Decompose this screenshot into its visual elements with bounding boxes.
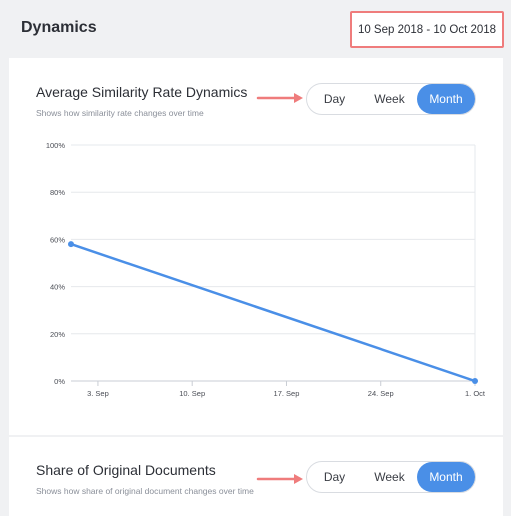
y-tick-label: 20% [50, 330, 65, 339]
similarity-week-button[interactable]: Week [362, 84, 417, 114]
annotation-arrow-icon [256, 474, 303, 484]
similarity-card-subtitle: Shows how similarity rate changes over t… [36, 108, 204, 118]
x-tick-label: 17. Sep [274, 389, 300, 398]
y-tick-label: 0% [54, 377, 65, 386]
y-tick-label: 80% [50, 188, 65, 197]
data-point [68, 241, 74, 248]
similarity-card-title: Average Similarity Rate Dynamics [36, 84, 248, 100]
x-tick-label: 24. Sep [368, 389, 394, 398]
original-docs-period-toggle: Day Week Month [306, 461, 476, 493]
series-line [70, 242, 476, 383]
x-tick-label: 1. Oct [465, 389, 486, 398]
similarity-month-button[interactable]: Month [417, 84, 475, 114]
similarity-period-toggle: Day Week Month [306, 83, 476, 115]
y-tick-label: 40% [50, 283, 65, 292]
similarity-day-button[interactable]: Day [307, 84, 362, 114]
original-docs-card-title: Share of Original Documents [36, 462, 216, 478]
date-range-picker[interactable]: 10 Sep 2018 - 10 Oct 2018 [350, 11, 504, 48]
original-docs-day-button[interactable]: Day [307, 462, 362, 492]
header: Dynamics 10 Sep 2018 - 10 Oct 2018 [0, 0, 511, 58]
similarity-line-chart: 0% 20% 40% 60% 80% 100% 3. Sep 10. Sep 17. Sep 24… [46, 141, 486, 398]
x-tick-label: 3. Sep [87, 389, 109, 398]
data-point [472, 378, 478, 384]
original-docs-card: Share of Original Documents Shows how sh… [9, 437, 503, 516]
original-docs-card-subtitle: Shows how share of original document cha… [36, 486, 254, 496]
original-docs-week-button[interactable]: Week [362, 462, 417, 492]
x-tick-label: 10. Sep [179, 389, 205, 398]
y-tick-label: 60% [50, 235, 65, 244]
page-title: Dynamics [21, 19, 97, 36]
similarity-card: Average Similarity Rate Dynamics Shows h… [9, 58, 503, 435]
y-tick-label: 100% [46, 141, 66, 150]
annotation-arrow-icon [256, 93, 303, 103]
original-docs-month-button[interactable]: Month [417, 462, 475, 492]
